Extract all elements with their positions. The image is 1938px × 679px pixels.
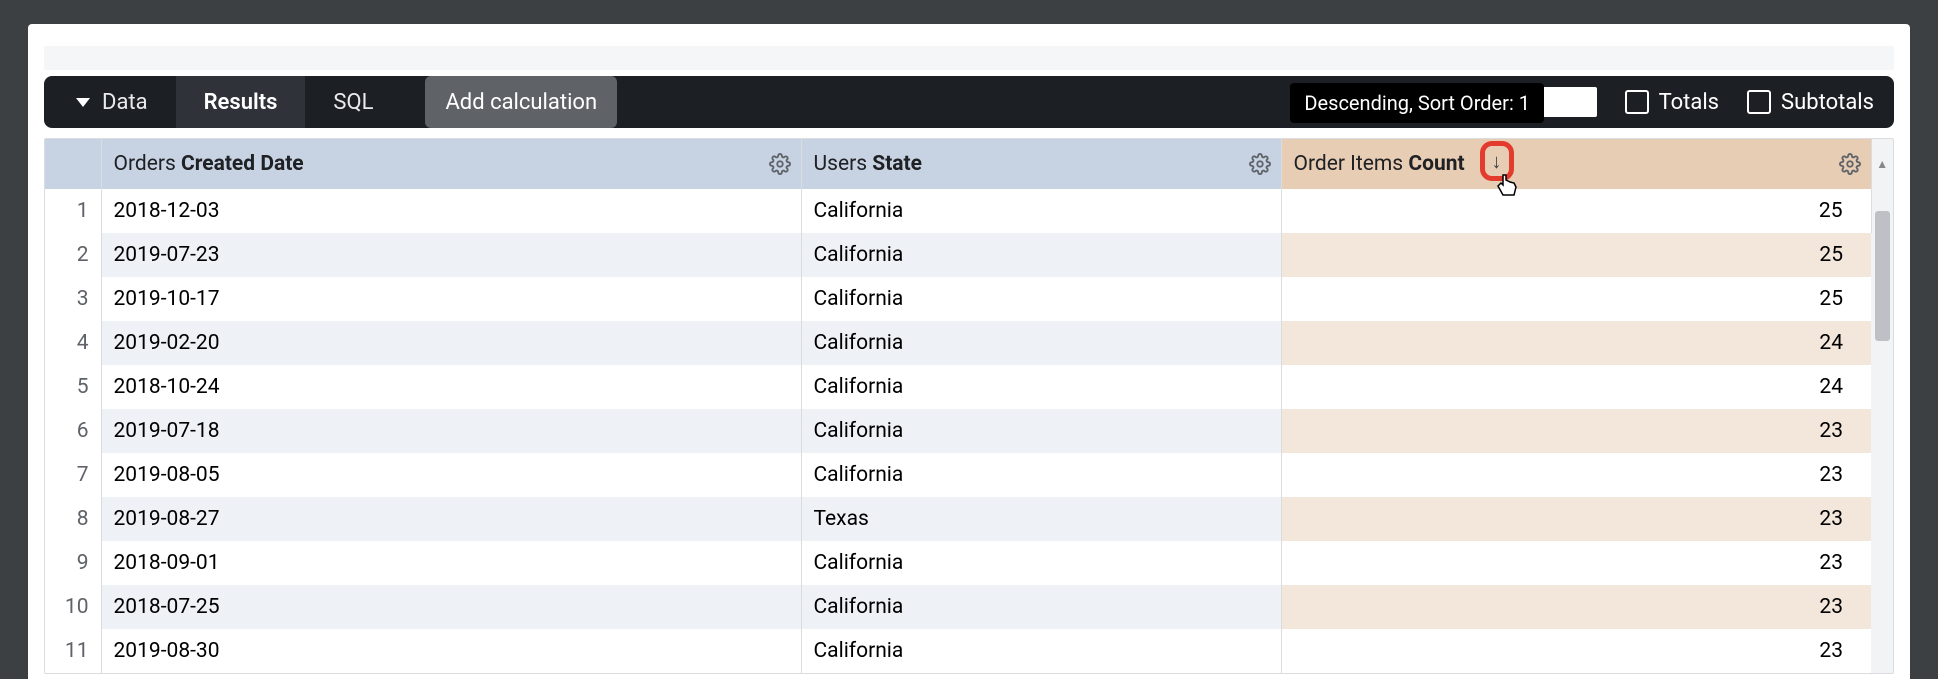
cell-created-date[interactable]: 2019-07-23 <box>101 233 801 277</box>
explore-window: Data Results SQL Add calculation Descend… <box>28 24 1910 679</box>
cell-count[interactable]: 25 <box>1281 189 1871 233</box>
cell-created-date[interactable]: 2019-08-30 <box>101 629 801 673</box>
cell-state[interactable]: California <box>801 453 1281 497</box>
cell-state[interactable]: Texas <box>801 497 1281 541</box>
scrollbar-thumb[interactable] <box>1875 211 1891 341</box>
scrollbar-track[interactable] <box>1871 189 1893 673</box>
add-calculation-label: Add calculation <box>445 90 597 115</box>
scroll-up-arrow-icon[interactable]: ▲ <box>1872 153 1894 175</box>
row-number: 9 <box>45 541 101 585</box>
header-col1-strong: Created Date <box>181 152 304 176</box>
table-row: 22019-07-23California25 <box>45 233 1893 277</box>
table-row: 112019-08-30California23 <box>45 629 1893 673</box>
header-orders-created-date[interactable]: Orders Created Date <box>101 139 801 189</box>
table-row: 12018-12-03California25 <box>45 189 1893 233</box>
cell-state[interactable]: California <box>801 365 1281 409</box>
table-row: 62019-07-18California23 <box>45 409 1893 453</box>
row-number: 5 <box>45 365 101 409</box>
cell-created-date[interactable]: 2019-07-18 <box>101 409 801 453</box>
cell-created-date[interactable]: 2019-08-05 <box>101 453 801 497</box>
tab-sql-label: SQL <box>333 90 373 115</box>
header-col2-prefix: Users <box>814 152 873 176</box>
table-row: 92018-09-01California23 <box>45 541 1893 585</box>
cell-count[interactable]: 23 <box>1281 453 1871 497</box>
row-number: 7 <box>45 453 101 497</box>
row-number: 3 <box>45 277 101 321</box>
chevron-down-icon <box>76 98 90 107</box>
cell-state[interactable]: California <box>801 277 1281 321</box>
scrollbar-header: ▲ <box>1871 139 1893 189</box>
cell-count[interactable]: 25 <box>1281 277 1871 321</box>
table-row: 32019-10-17California25 <box>45 277 1893 321</box>
table-row: 42019-02-20California24 <box>45 321 1893 365</box>
cell-count[interactable]: 23 <box>1281 409 1871 453</box>
table-row: 82019-08-27Texas23 <box>45 497 1893 541</box>
header-users-state[interactable]: Users State <box>801 139 1281 189</box>
cell-state[interactable]: California <box>801 409 1281 453</box>
row-number: 11 <box>45 629 101 673</box>
totals-checkbox[interactable]: Totals <box>1625 90 1719 115</box>
checkbox-icon <box>1747 90 1771 114</box>
cell-count[interactable]: 23 <box>1281 497 1871 541</box>
tab-data[interactable]: Data <box>64 76 176 128</box>
table-row: 72019-08-05California23 <box>45 453 1893 497</box>
explore-toolbar: Data Results SQL Add calculation Descend… <box>44 76 1894 128</box>
cell-count[interactable]: 23 <box>1281 629 1871 673</box>
results-table: Orders Created Date Users State Order It… <box>45 139 1893 673</box>
header-col2-strong: State <box>872 152 922 176</box>
header-row: Orders Created Date Users State Order It… <box>45 139 1893 189</box>
cell-state[interactable]: California <box>801 541 1281 585</box>
gear-icon[interactable] <box>769 153 791 175</box>
row-number: 4 <box>45 321 101 365</box>
tab-sql[interactable]: SQL <box>305 76 401 128</box>
cell-created-date[interactable]: 2019-02-20 <box>101 321 801 365</box>
pointer-cursor-icon <box>1496 173 1518 205</box>
sort-arrow-down-icon[interactable]: ↓ <box>1492 149 1502 174</box>
table-row: 52018-10-24California24 <box>45 365 1893 409</box>
cell-created-date[interactable]: 2018-10-24 <box>101 365 801 409</box>
cell-count[interactable]: 23 <box>1281 541 1871 585</box>
checkbox-icon <box>1625 90 1649 114</box>
row-number: 8 <box>45 497 101 541</box>
cell-state[interactable]: California <box>801 585 1281 629</box>
table-row: 102018-07-25California23 <box>45 585 1893 629</box>
cell-created-date[interactable]: 2018-09-01 <box>101 541 801 585</box>
subtotals-checkbox[interactable]: Subtotals <box>1747 90 1874 115</box>
tab-results-label: Results <box>204 90 278 115</box>
sort-tooltip: Descending, Sort Order: 1 <box>1290 83 1544 123</box>
cell-created-date[interactable]: 2018-12-03 <box>101 189 801 233</box>
header-col1-prefix: Orders <box>114 152 182 176</box>
cell-count[interactable]: 24 <box>1281 365 1871 409</box>
cell-count[interactable]: 23 <box>1281 585 1871 629</box>
results-table-wrap: Orders Created Date Users State Order It… <box>44 138 1894 674</box>
header-col3-prefix: Order Items <box>1294 152 1409 176</box>
cell-created-date[interactable]: 2018-07-25 <box>101 585 801 629</box>
header-col3-strong: Count <box>1408 152 1464 176</box>
cell-state[interactable]: California <box>801 629 1281 673</box>
cell-state[interactable]: California <box>801 233 1281 277</box>
subtotals-label: Subtotals <box>1781 90 1874 115</box>
cell-state[interactable]: California <box>801 321 1281 365</box>
tab-results[interactable]: Results <box>176 76 306 128</box>
gear-icon[interactable] <box>1839 153 1861 175</box>
gear-icon[interactable] <box>1249 153 1271 175</box>
cell-created-date[interactable]: 2019-10-17 <box>101 277 801 321</box>
header-order-items-count[interactable]: Order Items Count ↓ <box>1281 139 1871 189</box>
cell-created-date[interactable]: 2019-08-27 <box>101 497 801 541</box>
totals-label: Totals <box>1659 90 1719 115</box>
top-spacer <box>44 46 1894 70</box>
table-body: 12018-12-03California2522019-07-23Califo… <box>45 189 1893 673</box>
header-rownum <box>45 139 101 189</box>
cell-count[interactable]: 25 <box>1281 233 1871 277</box>
row-number: 2 <box>45 233 101 277</box>
toolbar-tabs: Data Results SQL Add calculation <box>64 76 617 128</box>
row-number: 1 <box>45 189 101 233</box>
row-number: 6 <box>45 409 101 453</box>
row-number: 10 <box>45 585 101 629</box>
cell-state[interactable]: California <box>801 189 1281 233</box>
toolbar-right: Descending, Sort Order: 1 Row Limit Tota… <box>1393 76 1874 128</box>
tab-data-label: Data <box>102 90 148 115</box>
add-calculation-button[interactable]: Add calculation <box>425 76 617 128</box>
cell-count[interactable]: 24 <box>1281 321 1871 365</box>
